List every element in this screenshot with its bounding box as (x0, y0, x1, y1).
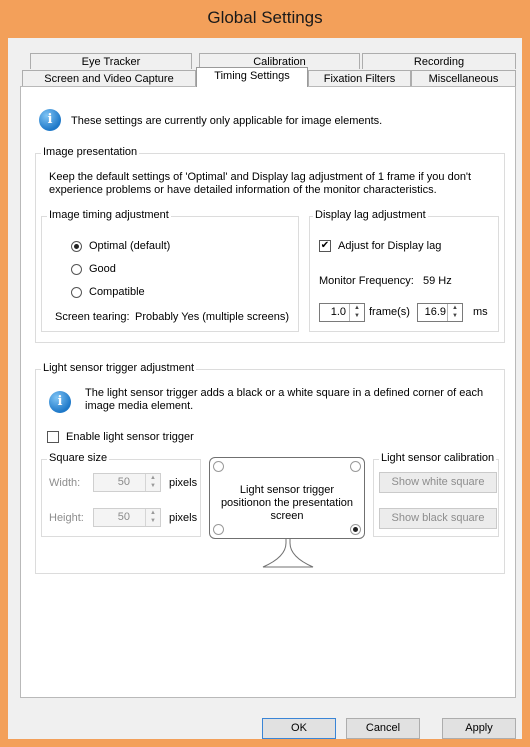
chevron-up-icon[interactable]: ▲ (448, 304, 462, 312)
show-black-square-button[interactable]: Show black square (379, 508, 497, 529)
width-label: Width: (49, 477, 81, 489)
height-value: 50 (117, 511, 130, 523)
height-label: Height: (49, 512, 84, 524)
info-text: These settings are currently only applic… (71, 115, 383, 127)
image-presentation-label: Image presentation (41, 146, 140, 158)
global-settings-window: Global Settings Eye Tracker Calibration … (0, 0, 530, 747)
info-icon: i (39, 109, 61, 131)
ms-stepper-buttons[interactable]: ▲ ▼ (447, 304, 462, 321)
height-stepper[interactable]: 50 ▲ ▼ (93, 508, 161, 527)
square-size-label: Square size (47, 452, 110, 464)
width-value: 50 (117, 476, 130, 488)
apply-button[interactable]: Apply (442, 718, 516, 739)
tab-recording[interactable]: Recording (362, 53, 516, 69)
width-stepper-buttons[interactable]: ▲ ▼ (145, 474, 160, 491)
tab-eye-tracker[interactable]: Eye Tracker (30, 53, 192, 69)
height-stepper-buttons[interactable]: ▲ ▼ (145, 509, 160, 526)
chevron-down-icon[interactable]: ▼ (146, 517, 160, 525)
image-timing-label: Image timing adjustment (47, 209, 171, 221)
radio-compatible[interactable] (71, 287, 82, 298)
tab-timing-settings[interactable]: Timing Settings (196, 67, 308, 87)
light-sensor-info-text: The light sensor trigger adds a black or… (85, 387, 484, 412)
height-unit: pixels (169, 512, 198, 524)
chevron-down-icon[interactable]: ▼ (448, 312, 462, 320)
chevron-up-icon[interactable]: ▲ (350, 304, 364, 312)
frames-unit: frame(s) (369, 306, 410, 318)
frames-value: 1.0 (330, 306, 346, 318)
info-icon: i (49, 391, 71, 413)
frames-stepper[interactable]: 1.0 ▲ ▼ (319, 303, 365, 322)
title-bar[interactable]: Global Settings (0, 0, 530, 38)
image-presentation-description: Keep the default settings of 'Optimal' a… (49, 171, 472, 196)
width-stepper[interactable]: 50 ▲ ▼ (93, 473, 161, 492)
position-text: Light sensor trigger positionon the pres… (220, 484, 354, 522)
ms-value: 16.9 (424, 306, 446, 318)
tab-screen-and-video-capture[interactable]: Screen and Video Capture (22, 70, 196, 86)
adjust-display-lag-checkbox[interactable]: ✔ (319, 240, 331, 252)
corner-top-left-radio[interactable] (213, 461, 224, 472)
ok-button[interactable]: OK (262, 718, 336, 739)
tab-fixation-filters[interactable]: Fixation Filters (308, 70, 411, 86)
frames-stepper-buttons[interactable]: ▲ ▼ (349, 304, 364, 321)
radio-good[interactable] (71, 264, 82, 275)
ms-stepper[interactable]: 16.9 ▲ ▼ (417, 303, 463, 322)
width-unit: pixels (169, 477, 198, 489)
light-sensor-calibration-label: Light sensor calibration (379, 452, 497, 464)
radio-optimal[interactable] (71, 241, 82, 252)
adjust-display-lag-label[interactable]: Adjust for Display lag (338, 240, 441, 252)
chevron-down-icon[interactable]: ▼ (350, 312, 364, 320)
enable-light-sensor-label[interactable]: Enable light sensor trigger (66, 431, 194, 443)
corner-bottom-left-radio[interactable] (213, 524, 224, 535)
ms-unit: ms (473, 306, 488, 318)
light-sensor-label: Light sensor trigger adjustment (41, 362, 197, 374)
timing-settings-panel: i These settings are currently only appl… (20, 86, 516, 698)
screen-tearing-value: Probably Yes (multiple screens) (135, 311, 290, 323)
screen-tearing-label: Screen tearing: (55, 311, 130, 323)
window-title: Global Settings (207, 8, 323, 27)
chevron-up-icon[interactable]: ▲ (146, 509, 160, 517)
corner-top-right-radio[interactable] (350, 461, 361, 472)
monitor-stand-icon (262, 539, 314, 568)
enable-light-sensor-checkbox[interactable] (47, 431, 59, 443)
radio-optimal-label[interactable]: Optimal (default) (89, 240, 170, 252)
show-white-square-button[interactable]: Show white square (379, 472, 497, 493)
radio-good-label[interactable]: Good (89, 263, 116, 275)
chevron-up-icon[interactable]: ▲ (146, 474, 160, 482)
monitor-frequency-value: 59 Hz (423, 275, 452, 287)
monitor-frequency-label: Monitor Frequency: (319, 275, 414, 287)
radio-compatible-label[interactable]: Compatible (89, 286, 145, 298)
corner-bottom-right-radio[interactable] (350, 524, 361, 535)
cancel-button[interactable]: Cancel (346, 718, 420, 739)
tab-miscellaneous[interactable]: Miscellaneous (411, 70, 516, 86)
chevron-down-icon[interactable]: ▼ (146, 482, 160, 490)
display-lag-label: Display lag adjustment (313, 209, 428, 221)
